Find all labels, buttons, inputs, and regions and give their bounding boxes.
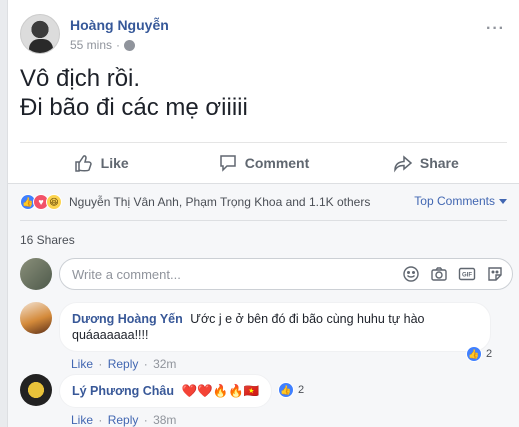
post-text-line-2: Đi bão đi các mẹ ơiiiii (20, 94, 248, 121)
reaction-names[interactable]: Nguyễn Thị Vân Anh, Phạm Trọng Khoa and … (69, 195, 370, 209)
post-card: Hoàng Nguyễn 55 mins · ··· Vô địch rồi. … (7, 0, 519, 427)
comment-icon (219, 154, 236, 172)
comment-text: ❤️❤️🔥🔥🇻🇳 (181, 384, 260, 398)
comment-bubble: Lý Phương Châu ❤️❤️🔥🔥🇻🇳 (59, 374, 273, 408)
like-reaction-icon: 👍 (278, 382, 294, 398)
comment-reply-link[interactable]: Reply (108, 413, 139, 427)
separator-dot: · (98, 357, 103, 371)
separator-dot: · (143, 413, 148, 427)
comment-composer: GIF (20, 257, 513, 291)
shares-count[interactable]: 16 Shares (20, 233, 75, 247)
thumbs-up-icon (74, 154, 92, 172)
comment-time[interactable]: 38m (153, 413, 176, 427)
post-header: Hoàng Nguyễn 55 mins · (20, 14, 169, 56)
comment-reply-link[interactable]: Reply (108, 357, 139, 371)
comment-body: Dương Hoàng Yến Ước j e ở bên đó đi bão … (59, 302, 491, 371)
viewer-avatar (20, 258, 52, 290)
comment-time[interactable]: 32m (153, 357, 176, 371)
separator-dot: · (98, 413, 103, 427)
sticker-icon[interactable] (486, 265, 504, 283)
comment-likes: 2 (486, 348, 493, 360)
chevron-down-icon (499, 198, 507, 204)
camera-icon[interactable] (430, 265, 448, 283)
comment-likes: 2 (298, 384, 305, 396)
comment-reaction-count[interactable]: 👍 2 (278, 382, 304, 398)
comment-text-line-1: Ước j e ở bên đó đi bão cùng huhu tự hào (190, 312, 425, 326)
comment-reaction-count[interactable]: 👍 2 (466, 346, 492, 362)
reactions-row: 👍 ♥ 😆 Nguyễn Thị Vân Anh, Phạm Trọng Kho… (20, 192, 507, 212)
more-options-button[interactable]: ··· (486, 20, 505, 38)
like-reaction-icon: 👍 (466, 346, 482, 362)
comment-actions: Like · Reply · 32m (71, 357, 491, 371)
post-time[interactable]: 55 mins (70, 38, 112, 52)
like-label: Like (100, 154, 129, 171)
composer-icons: GIF (402, 265, 504, 283)
post-text: Vô địch rồi. Đi bão đi các mẹ ơiiiii (20, 64, 248, 122)
comment-box[interactable]: GIF (59, 258, 513, 290)
top-comments-label: Top Comments (414, 194, 495, 208)
like-button[interactable]: Like (20, 143, 182, 182)
comment-body: Lý Phương Châu ❤️❤️🔥🔥🇻🇳 Like · Reply · 3… (59, 374, 273, 427)
post-text-line-1: Vô địch rồi. (20, 65, 141, 92)
comment-text-line-2: quáaaaaaa!!!! (72, 328, 149, 342)
comment-actions: Like · Reply · 38m (71, 413, 272, 427)
share-icon (394, 154, 413, 172)
commenter-name[interactable]: Lý Phương Châu (72, 384, 174, 398)
share-label: Share (419, 154, 459, 171)
share-button[interactable]: Share (345, 143, 507, 182)
separator-dot: · (116, 38, 121, 52)
comment-input[interactable] (72, 266, 402, 282)
post-time-row: 55 mins · (70, 38, 169, 52)
comment-item: Dương Hoàng Yến Ước j e ở bên đó đi bão … (20, 302, 513, 371)
comment-item: Lý Phương Châu ❤️❤️🔥🔥🇻🇳 Like · Reply · 3… (20, 374, 513, 427)
haha-reaction-icon: 😆 (46, 194, 62, 210)
top-comments-dropdown[interactable]: Top Comments (414, 194, 507, 208)
commenter-avatar[interactable] (20, 374, 52, 406)
comment-like-link[interactable]: Like (71, 357, 93, 371)
commenter-avatar[interactable] (20, 302, 52, 334)
author-name[interactable]: Hoàng Nguyễn (70, 17, 169, 33)
comment-button[interactable]: Comment (182, 143, 344, 182)
globe-icon (124, 39, 136, 51)
gif-icon[interactable]: GIF (458, 265, 476, 283)
commenter-name[interactable]: Dương Hoàng Yến (72, 312, 183, 326)
post-actions: Like Comment Share (20, 142, 507, 182)
footer-divider (20, 220, 507, 221)
post-meta: Hoàng Nguyễn 55 mins · (70, 14, 169, 56)
smiley-icon[interactable] (402, 265, 420, 283)
comment-like-link[interactable]: Like (71, 413, 93, 427)
separator-dot: · (143, 357, 148, 371)
post-footer: 👍 ♥ 😆 Nguyễn Thị Vân Anh, Phạm Trọng Kho… (8, 183, 519, 427)
svg-text:GIF: GIF (462, 273, 472, 279)
reaction-icons[interactable]: 👍 ♥ 😆 (20, 194, 62, 210)
comment-bubble: Dương Hoàng Yến Ước j e ở bên đó đi bão … (59, 302, 491, 352)
comment-label: Comment (244, 154, 310, 171)
author-avatar[interactable] (20, 14, 60, 54)
